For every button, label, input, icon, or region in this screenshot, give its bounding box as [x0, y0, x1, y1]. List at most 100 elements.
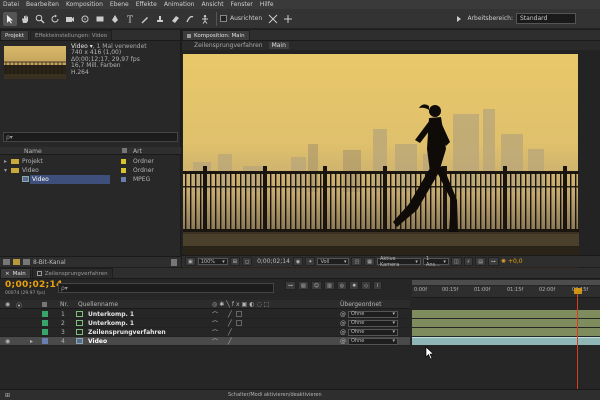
switch-quality-icon[interactable]: ╱: [228, 311, 232, 318]
menu-hilfe[interactable]: Hilfe: [260, 1, 274, 8]
switch-fx-checkbox[interactable]: [236, 320, 242, 326]
workspace-toggle-icon[interactable]: [452, 12, 466, 26]
switch-shy-icon[interactable]: ⌒: [212, 319, 218, 328]
time-ruler[interactable]: 0:00f 00:15f 01:00f 01:15f 02:00f 02:15f: [412, 286, 600, 298]
parent-dropdown[interactable]: Ohne ▾: [348, 328, 398, 336]
new-comp-icon[interactable]: [23, 259, 30, 265]
show-channel-icon[interactable]: ✦: [305, 257, 316, 266]
layer-nr-header[interactable]: Nr.: [60, 301, 68, 308]
viewer-timecode[interactable]: 0;00;02;14: [257, 258, 290, 265]
rectangle-tool-icon[interactable]: [93, 12, 107, 26]
work-area-bar[interactable]: [412, 280, 600, 285]
parent-dropdown[interactable]: Ohne ▾: [348, 310, 398, 318]
interpret-footage-icon[interactable]: [3, 259, 10, 265]
menu-komposition[interactable]: Komposition: [66, 1, 103, 8]
auto-keyframe-icon[interactable]: ◇: [361, 281, 372, 290]
tab-interlace[interactable]: Zeilensprungverfahren: [31, 268, 113, 278]
layer-row-selected[interactable]: ◉ ▸ 4 Video ⌒ ╱ @ Ohne ▾: [0, 337, 410, 346]
zoom-tool-icon[interactable]: [33, 12, 47, 26]
parent-dropdown[interactable]: Ohne ▾: [348, 319, 398, 327]
parent-pickwhip-icon[interactable]: @: [340, 311, 346, 318]
parent-pickwhip-icon[interactable]: @: [340, 320, 346, 327]
expand-arrow-icon[interactable]: ▸: [30, 338, 33, 345]
safe-zones-icon[interactable]: ⊞: [229, 257, 240, 266]
world-axis-icon[interactable]: [281, 12, 295, 26]
tab-project[interactable]: Projekt: [0, 30, 29, 40]
project-row-selected[interactable]: Video MPEG: [0, 175, 181, 184]
col-name-header[interactable]: Name: [24, 148, 42, 155]
camera-tool-icon[interactable]: [63, 12, 77, 26]
parent-pickwhip-icon[interactable]: @: [340, 329, 346, 336]
project-row[interactable]: ▸ Projekt Ordner: [0, 157, 181, 166]
roto-brush-tool-icon[interactable]: [183, 12, 197, 26]
region-of-interest-icon[interactable]: ◳: [351, 257, 363, 266]
playhead-line[interactable]: [577, 294, 578, 394]
video-visibility-icon[interactable]: ◉: [5, 338, 10, 345]
layer-name[interactable]: Unterkomp. 1: [88, 311, 134, 318]
comp-mini-flowchart-icon[interactable]: ⊶: [285, 281, 296, 290]
switch-fx-checkbox[interactable]: [236, 311, 242, 317]
view-layout-dropdown[interactable]: 1 Ans... ▾: [422, 256, 449, 268]
switch-shy-icon[interactable]: ⌒: [212, 328, 218, 337]
switch-quality-icon[interactable]: ╱: [228, 329, 232, 336]
source-name-header[interactable]: Quellenname: [78, 301, 118, 308]
crumb-main[interactable]: Main: [268, 42, 289, 49]
toggle-pixel-aspect-icon[interactable]: ◫: [450, 257, 462, 266]
motion-blur-icon[interactable]: ◎: [336, 281, 348, 290]
switch-quality-icon[interactable]: ╱: [228, 320, 232, 327]
layer-bar[interactable]: [412, 310, 600, 318]
flowchart-icon[interactable]: ⊶: [487, 257, 499, 266]
tab-composition[interactable]: Komposition: Main: [182, 30, 250, 40]
current-time-indicator-icon[interactable]: [574, 288, 582, 294]
expand-panes-icon[interactable]: ⊞: [5, 392, 10, 399]
mask-visibility-icon[interactable]: ◻: [241, 257, 253, 266]
layer-name[interactable]: Zeilensprungverfahren: [88, 329, 166, 336]
project-row[interactable]: ▾ Video Ordner: [0, 166, 181, 175]
pen-tool-icon[interactable]: [108, 12, 122, 26]
hand-tool-icon[interactable]: [18, 12, 32, 26]
tab-effect-controls[interactable]: Effekteinstellungen: Video: [29, 30, 113, 40]
col-type-header[interactable]: Art: [133, 148, 142, 155]
rotate-tool-icon[interactable]: [48, 12, 62, 26]
expand-arrow-icon[interactable]: ▾: [4, 167, 7, 174]
timeline-search-input[interactable]: ρ▾: [58, 283, 274, 293]
align-checkbox[interactable]: [220, 15, 227, 22]
new-folder-icon[interactable]: [13, 259, 20, 265]
layer-bar[interactable]: [412, 328, 600, 336]
switch-shy-icon[interactable]: ⌒: [212, 310, 218, 319]
project-search-input[interactable]: ρ▾: [3, 132, 178, 142]
brush-tool-icon[interactable]: [138, 12, 152, 26]
brainstorm-icon[interactable]: ✸: [349, 281, 360, 290]
layer-row[interactable]: 2 Unterkomp. 1 ⌒ ╱ @ Ohne ▾: [0, 319, 410, 328]
transparency-grid-icon[interactable]: ▦: [364, 257, 375, 266]
layer-label-color[interactable]: [42, 329, 48, 335]
always-preview-icon[interactable]: ▣: [185, 257, 196, 266]
layer-label-color[interactable]: [42, 320, 48, 326]
crumb-interlace[interactable]: Zeilensprungverfahren: [194, 42, 263, 49]
shy-layers-icon[interactable]: ☺: [310, 281, 322, 290]
menu-ansicht[interactable]: Ansicht: [201, 1, 223, 8]
lock-icon[interactable]: [187, 33, 191, 38]
timeline-icon[interactable]: ▤: [475, 257, 486, 266]
layer-label-color[interactable]: [42, 338, 48, 344]
parent-header[interactable]: Übergeordnet: [340, 301, 381, 308]
parent-pickwhip-icon[interactable]: @: [340, 338, 346, 345]
switch-shy-icon[interactable]: ⌒: [212, 337, 218, 346]
axis-mode-icon[interactable]: [266, 12, 280, 26]
exposure-value[interactable]: +0,0: [508, 258, 523, 265]
layer-name[interactable]: Video: [88, 338, 107, 345]
menu-animation[interactable]: Animation: [164, 1, 195, 8]
frame-blending-icon[interactable]: ▥: [323, 281, 335, 290]
text-tool-icon[interactable]: T: [123, 12, 137, 26]
menu-fenster[interactable]: Fenster: [231, 1, 253, 8]
pan-behind-tool-icon[interactable]: [78, 12, 92, 26]
toggle-switches-modes[interactable]: Schalter/Modi aktivieren/deaktivieren: [228, 392, 322, 398]
resolution-dropdown[interactable]: Voll ▾: [317, 258, 350, 265]
bitdepth-label[interactable]: 8-Bit-Kanal: [33, 259, 66, 266]
menu-effekte[interactable]: Effekte: [136, 1, 157, 8]
exposure-icon[interactable]: ✺: [501, 258, 506, 265]
workspace-select[interactable]: Standard: [516, 13, 576, 24]
puppet-tool-icon[interactable]: [198, 12, 212, 26]
tab-main[interactable]: × Main: [0, 268, 31, 278]
menu-datei[interactable]: Datei: [3, 1, 19, 8]
